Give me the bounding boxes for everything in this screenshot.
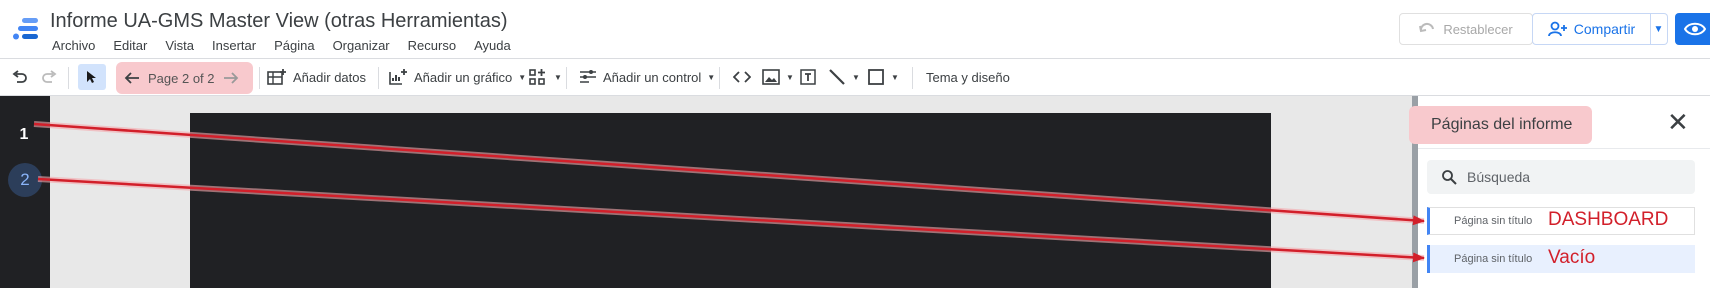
image-button[interactable]: ▼ bbox=[762, 59, 794, 95]
add-chart-button[interactable]: Añadir un gráfico ▼ bbox=[388, 59, 526, 95]
menu-pagina[interactable]: Página bbox=[274, 38, 314, 53]
menu-ayuda[interactable]: Ayuda bbox=[474, 38, 511, 53]
add-data-icon bbox=[267, 69, 286, 85]
add-person-icon bbox=[1547, 21, 1567, 37]
page-thumb-2[interactable]: 2 bbox=[8, 163, 42, 197]
page-item-name: Página sin título bbox=[1454, 253, 1533, 265]
line-button[interactable]: ▼ bbox=[828, 59, 860, 95]
arrow-left-icon[interactable] bbox=[124, 71, 140, 85]
add-control-button[interactable]: Añadir un control ▼ bbox=[579, 59, 715, 95]
arrow-right-icon[interactable] bbox=[223, 71, 239, 85]
undo-button[interactable] bbox=[12, 59, 28, 95]
divider bbox=[68, 67, 69, 89]
search-placeholder: Búsqueda bbox=[1467, 169, 1531, 185]
page-thumb-1[interactable]: 1 bbox=[14, 126, 34, 144]
add-chart-icon bbox=[389, 69, 407, 85]
line-icon bbox=[829, 69, 845, 85]
menu-vista[interactable]: Vista bbox=[165, 38, 194, 53]
chevron-down-icon: ▼ bbox=[554, 72, 562, 82]
share-dropdown-button[interactable]: ▼ bbox=[1650, 13, 1668, 45]
menu-bar: Archivo Editar Vista Insertar Página Org… bbox=[52, 38, 529, 53]
add-data-button[interactable]: Añadir datos bbox=[267, 59, 366, 95]
theme-layout-button[interactable]: Tema y diseño bbox=[926, 59, 1010, 95]
cursor-icon bbox=[87, 71, 96, 83]
undo-icon bbox=[12, 70, 27, 83]
share-label: Compartir bbox=[1573, 21, 1636, 37]
panel-title: Páginas del informe bbox=[1409, 106, 1592, 144]
top-bar: Informe UA-GMS Master View (otras Herram… bbox=[0, 0, 1710, 59]
restore-icon bbox=[1419, 22, 1435, 33]
eye-icon bbox=[1683, 22, 1707, 36]
annotation-dashboard: DASHBOARD bbox=[1548, 209, 1669, 230]
chevron-down-icon: ▼ bbox=[852, 72, 860, 82]
divider bbox=[566, 67, 567, 89]
add-component-button[interactable]: ▼ bbox=[528, 59, 562, 95]
page-item-name: Página sin título bbox=[1454, 215, 1533, 227]
add-control-label: Añadir un control bbox=[603, 69, 702, 85]
code-icon bbox=[733, 71, 751, 83]
image-icon bbox=[762, 69, 780, 85]
chevron-down-icon: ▼ bbox=[786, 72, 794, 82]
redo-button[interactable] bbox=[41, 59, 57, 95]
divider bbox=[719, 67, 720, 89]
select-tool-button[interactable] bbox=[78, 64, 106, 90]
text-button[interactable] bbox=[799, 59, 817, 95]
embed-url-button[interactable] bbox=[733, 59, 751, 95]
divider bbox=[259, 67, 260, 89]
menu-editar[interactable]: Editar bbox=[113, 38, 147, 53]
menu-organizar[interactable]: Organizar bbox=[333, 38, 390, 53]
page-navigator: Page 2 of 2 bbox=[116, 62, 253, 94]
toolbar: Page 2 of 2 Añadir datos Añadir un gráfi… bbox=[0, 59, 1710, 96]
redo-icon bbox=[42, 70, 57, 83]
restore-label: Restablecer bbox=[1443, 21, 1513, 37]
theme-label: Tema y diseño bbox=[926, 69, 1010, 85]
add-chart-label: Añadir un gráfico bbox=[414, 69, 513, 85]
chevron-down-icon: ▼ bbox=[518, 72, 527, 82]
looker-studio-logo-icon[interactable] bbox=[12, 16, 40, 42]
control-icon bbox=[580, 70, 596, 83]
add-component-icon bbox=[529, 69, 545, 85]
search-input[interactable]: Búsqueda bbox=[1427, 160, 1695, 194]
rectangle-icon bbox=[868, 69, 884, 85]
search-icon bbox=[1442, 170, 1457, 185]
chevron-down-icon: ▼ bbox=[1653, 23, 1664, 35]
view-button[interactable] bbox=[1675, 13, 1710, 45]
shape-button[interactable]: ▼ bbox=[867, 59, 899, 95]
menu-recurso[interactable]: Recurso bbox=[408, 38, 456, 53]
close-icon[interactable]: ✕ bbox=[1667, 109, 1689, 135]
restore-button[interactable]: Restablecer bbox=[1399, 13, 1533, 45]
menu-insertar[interactable]: Insertar bbox=[212, 38, 256, 53]
report-page[interactable] bbox=[190, 113, 1271, 288]
chevron-down-icon: ▼ bbox=[891, 72, 899, 82]
add-data-label: Añadir datos bbox=[293, 69, 366, 85]
report-title[interactable]: Informe UA-GMS Master View (otras Herram… bbox=[50, 10, 508, 33]
divider bbox=[378, 67, 379, 89]
divider bbox=[912, 67, 913, 89]
divider bbox=[1418, 148, 1710, 149]
menu-archivo[interactable]: Archivo bbox=[52, 38, 95, 53]
share-button[interactable]: Compartir bbox=[1532, 13, 1651, 45]
annotation-vacio: Vacío bbox=[1548, 247, 1596, 268]
page-indicator: Page 2 of 2 bbox=[148, 70, 215, 86]
chevron-down-icon: ▼ bbox=[707, 72, 716, 82]
text-box-icon bbox=[800, 69, 816, 85]
